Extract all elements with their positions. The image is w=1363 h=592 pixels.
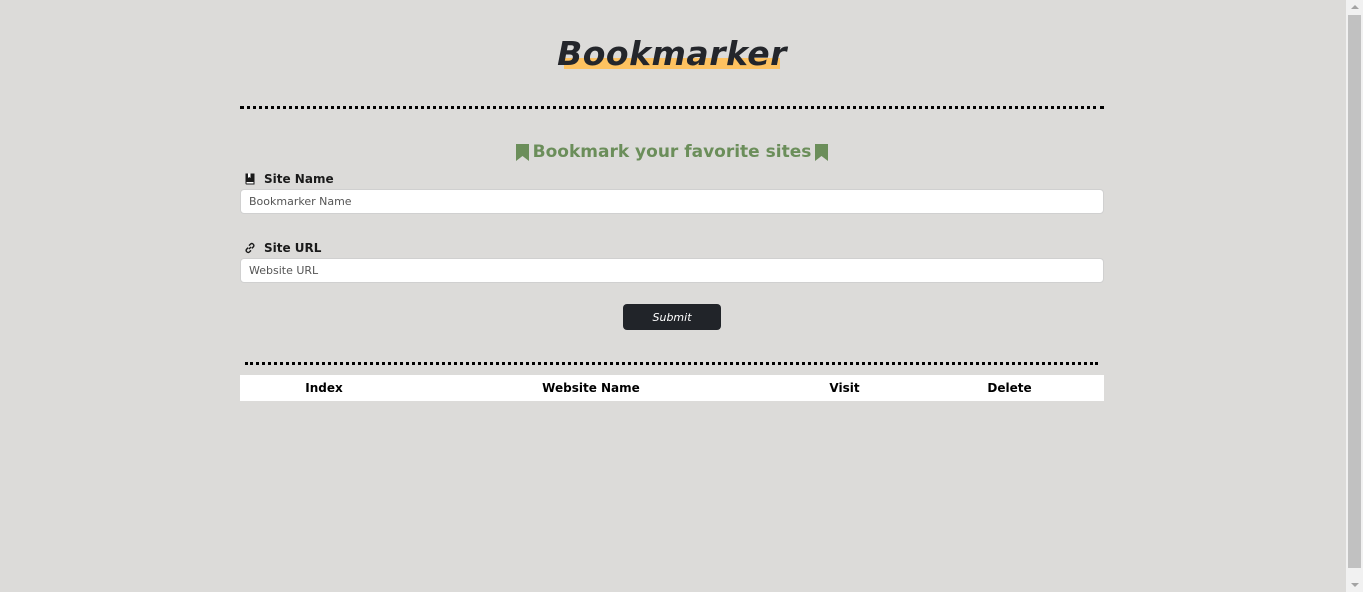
- header-divider: [240, 106, 1104, 109]
- site-name-label: Site Name: [244, 172, 334, 186]
- column-header-visit: Visit: [829, 381, 860, 395]
- vertical-scrollbar[interactable]: [1346, 0, 1363, 592]
- page: Bookmarker Bookmark your favorite sites …: [0, 0, 1363, 592]
- form-heading: Bookmark your favorite sites: [240, 140, 1104, 164]
- scrollbar-thumb[interactable]: [1348, 15, 1361, 568]
- link-icon: [245, 242, 255, 254]
- bookmark-icon: [515, 143, 529, 161]
- table-divider: [245, 362, 1098, 365]
- site-name-input[interactable]: [240, 189, 1104, 214]
- column-header-delete: Delete: [987, 381, 1032, 395]
- scroll-down-arrow-icon[interactable]: [1346, 578, 1363, 592]
- table-header-row: Index Website Name Visit Delete: [240, 375, 1104, 401]
- site-url-label: Site URL: [244, 241, 321, 255]
- book-icon: [245, 173, 255, 185]
- scroll-up-arrow-icon[interactable]: [1346, 0, 1363, 14]
- column-header-website-name: Website Name: [542, 381, 640, 395]
- bookmarks-table: Index Website Name Visit Delete: [240, 375, 1104, 401]
- bookmark-icon: [815, 143, 829, 161]
- header: Bookmarker: [240, 0, 1104, 106]
- site-url-input[interactable]: [240, 258, 1104, 283]
- column-header-index: Index: [305, 381, 343, 395]
- site-name-label-text: Site Name: [264, 172, 334, 186]
- main-container: Bookmarker Bookmark your favorite sites …: [240, 0, 1104, 401]
- site-url-label-text: Site URL: [264, 241, 322, 255]
- submit-button[interactable]: Submit: [623, 304, 721, 330]
- logo-title: Bookmarker: [557, 34, 787, 73]
- form-heading-text: Bookmark your favorite sites: [532, 142, 812, 162]
